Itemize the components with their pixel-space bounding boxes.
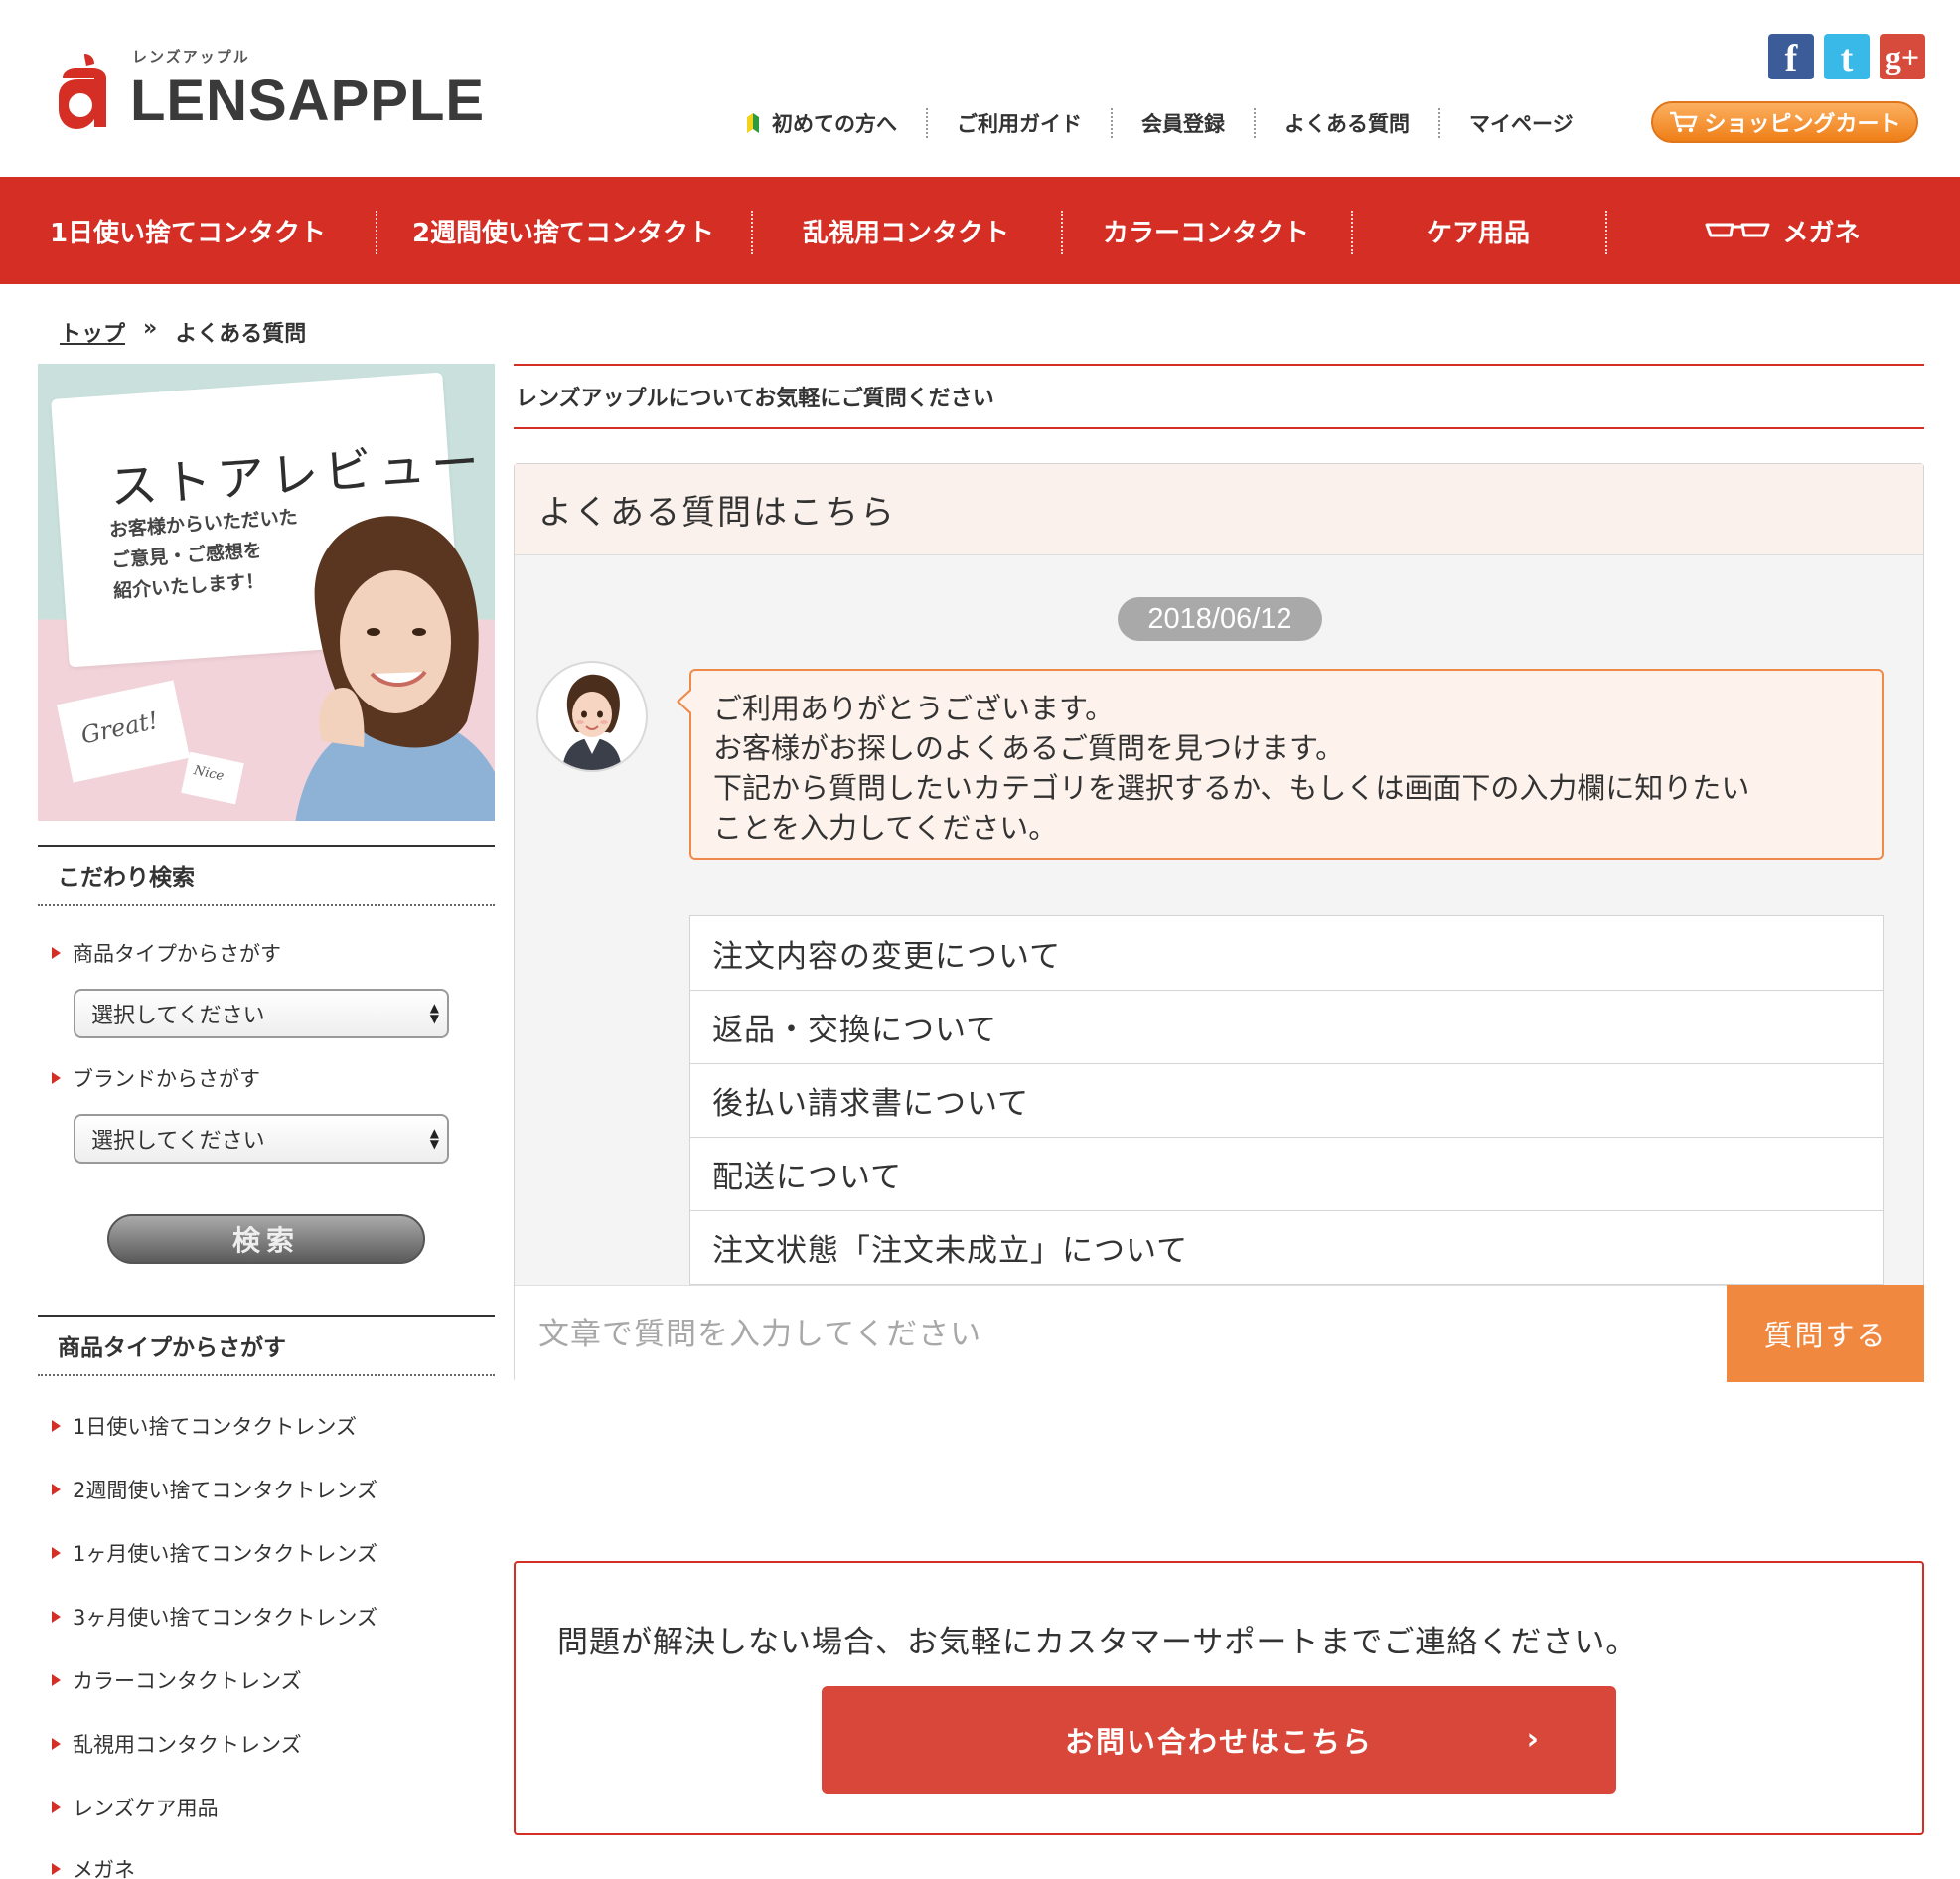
type-search-label: 商品タイプからさがす — [52, 938, 281, 968]
lensapple-logo[interactable]: レンズアップル LENSAPPLE — [55, 42, 484, 133]
faq-item-order-status[interactable]: 注文状態「注文未成立」について — [690, 1210, 1883, 1284]
catnav-glasses[interactable]: メガネ — [1605, 177, 1960, 284]
type-link-2week[interactable]: 2週間使い捨てコンタクトレンズ — [52, 1475, 377, 1504]
product-type-select-value: 選択してください — [91, 1004, 265, 1028]
shopping-cart-button[interactable]: ショッピングカート — [1651, 101, 1918, 143]
catnav-glasses-label: メガネ — [1782, 218, 1861, 248]
breadcrumb-separator: » — [143, 316, 158, 341]
banner-note-great: Great! — [56, 680, 191, 783]
question-input[interactable] — [515, 1286, 1728, 1382]
red-triangle-icon — [52, 1420, 61, 1432]
customer-support-box: 問題が解決しない場合、お気軽にカスタマーサポートまでご連絡ください。 お問い合わ… — [514, 1561, 1924, 1835]
red-triangle-icon — [52, 1547, 61, 1559]
red-triangle-icon — [52, 1674, 61, 1686]
category-nav: 1日使い捨てコンタクト 2週間使い捨てコンタクト 乱視用コンタクト カラーコンタ… — [0, 177, 1960, 284]
model-photo — [295, 516, 495, 821]
faq-item-deferred-payment[interactable]: 後払い請求書について — [690, 1063, 1883, 1137]
store-review-banner[interactable]: ストアレビュー お客様からいただいた ご意見・ご感想を 紹介いたします！ Gre… — [38, 364, 495, 821]
red-triangle-icon — [52, 1738, 61, 1750]
type-link-label: 2週間使い捨てコンタクトレンズ — [73, 1479, 377, 1502]
topnav-beginners[interactable]: 初めての方へ — [740, 108, 926, 138]
type-search-label-text: 商品タイプからさがす — [73, 942, 281, 966]
brand-select[interactable]: 選択してください ▲ ▼ — [74, 1114, 449, 1164]
breadcrumb: トップ » よくある質問 — [60, 316, 306, 348]
logo-text: LENSAPPLE — [130, 69, 486, 133]
question-input-row: 質問する — [515, 1285, 1924, 1382]
catnav-care[interactable]: ケア用品 — [1351, 177, 1605, 284]
banner-note-nice: Nice — [181, 751, 244, 805]
red-triangle-icon — [52, 947, 61, 959]
type-link-label: カラーコンタクトレンズ — [73, 1669, 302, 1693]
facebook-icon[interactable]: f — [1768, 34, 1814, 79]
banner-note-nice-text: Nice — [192, 763, 226, 785]
faq-item-order-change[interactable]: 注文内容の変更について — [690, 916, 1883, 990]
faq-category-list: 注文内容の変更について 返品・交換について 後払い請求書について 配送について … — [689, 915, 1884, 1285]
topnav-label: 初めての方へ — [772, 112, 897, 136]
topnav-faq[interactable]: よくある質問 — [1254, 108, 1438, 138]
type-link-label: 1日使い捨てコンタクトレンズ — [73, 1415, 357, 1439]
type-link-toric[interactable]: 乱視用コンタクトレンズ — [52, 1729, 302, 1759]
search-button[interactable]: 検索 — [107, 1214, 425, 1264]
banner-note-great-text: Great! — [78, 705, 161, 750]
page-title: レンズアップルについてお気軽にご質問ください — [514, 364, 1924, 429]
contact-button-label: お問い合わせはこちら — [1064, 1725, 1373, 1759]
beginner-leaf-icon — [747, 113, 759, 133]
faq-item-delivery[interactable]: 配送について — [690, 1137, 1883, 1210]
red-triangle-icon — [52, 1072, 61, 1084]
kodawari-search-heading: こだわり検索 — [38, 845, 495, 906]
topnav-guide[interactable]: ご利用ガイド — [926, 108, 1111, 138]
red-triangle-icon — [52, 1801, 61, 1813]
cart-label: ショッピングカート — [1704, 112, 1901, 137]
brand-search-label: ブランドからさがす — [52, 1063, 260, 1093]
select-arrows-icon: ▲ ▼ — [429, 1126, 439, 1151]
catnav-toric[interactable]: 乱視用コンタクト — [751, 177, 1061, 284]
type-link-label: レンズケア用品 — [73, 1797, 219, 1820]
contact-button[interactable]: お問い合わせはこちら › — [822, 1686, 1616, 1794]
chevron-right-icon: › — [1526, 1722, 1541, 1757]
type-link-label: 1ヶ月使い捨てコンタクトレンズ — [73, 1542, 377, 1566]
google-plus-icon[interactable]: g+ — [1880, 34, 1925, 79]
apple-logo-icon — [59, 54, 106, 129]
catnav-1day[interactable]: 1日使い捨てコンタクト — [0, 177, 376, 284]
top-navigation: 初めての方へ ご利用ガイド 会員登録 よくある質問 マイページ — [740, 105, 1602, 141]
date-badge: 2018/06/12 — [1118, 597, 1322, 641]
select-arrows-icon: ▲ ▼ — [429, 1001, 439, 1025]
cart-icon — [1670, 111, 1699, 133]
type-link-glasses[interactable]: メガネ — [52, 1854, 135, 1879]
topnav-mypage[interactable]: マイページ — [1438, 108, 1602, 138]
type-link-label: 乱視用コンタクトレンズ — [73, 1733, 302, 1757]
product-type-heading: 商品タイプからさがす — [38, 1315, 495, 1376]
faq-chat-panel: よくある質問はこちら 2018/06/12 ご利用ありがとうございます。 お客様… — [514, 463, 1924, 1382]
red-triangle-icon — [52, 1611, 61, 1623]
type-link-1day[interactable]: 1日使い捨てコンタクトレンズ — [52, 1411, 357, 1441]
faq-item-return[interactable]: 返品・交換について — [690, 990, 1883, 1063]
twitter-icon[interactable]: t — [1824, 34, 1870, 79]
bot-message-bubble: ご利用ありがとうございます。 お客様がお探しのよくあるご質問を見つけます。 下記… — [677, 669, 1884, 860]
topnav-register[interactable]: 会員登録 — [1111, 108, 1254, 138]
red-triangle-icon — [52, 1484, 61, 1495]
breadcrumb-home[interactable]: トップ — [60, 316, 125, 348]
type-link-label: 3ヶ月使い捨てコンタクトレンズ — [73, 1606, 377, 1630]
catnav-2week[interactable]: 2週間使い捨てコンタクト — [376, 177, 751, 284]
breadcrumb-current: よくある質問 — [175, 322, 307, 347]
red-triangle-icon — [52, 1863, 61, 1875]
type-link-3month[interactable]: 3ヶ月使い捨てコンタクトレンズ — [52, 1602, 377, 1632]
support-text: 問題が解決しない場合、お気軽にカスタマーサポートまでご連絡ください。 — [557, 1625, 1638, 1660]
type-link-1month[interactable]: 1ヶ月使い捨てコンタクトレンズ — [52, 1538, 377, 1568]
site-header: レンズアップル LENSAPPLE f t g+ 初めての方へ ご利用ガイド 会… — [0, 0, 1960, 177]
logo-kana: レンズアップル — [132, 48, 250, 66]
type-link-label: メガネ — [73, 1858, 135, 1879]
catnav-color[interactable]: カラーコンタクト — [1061, 177, 1351, 284]
type-link-color[interactable]: カラーコンタクトレンズ — [52, 1665, 302, 1695]
ask-button[interactable]: 質問する — [1727, 1285, 1924, 1382]
glasses-icon — [1705, 223, 1770, 237]
faq-heading: よくある質問はこちら — [515, 464, 1923, 555]
operator-avatar-icon — [562, 674, 622, 770]
product-type-select[interactable]: 選択してください ▲ ▼ — [74, 989, 449, 1038]
type-link-care[interactable]: レンズケア用品 — [52, 1793, 219, 1822]
operator-avatar — [536, 661, 648, 772]
brand-search-label-text: ブランドからさがす — [73, 1067, 260, 1091]
brand-select-value: 選択してください — [91, 1129, 265, 1154]
